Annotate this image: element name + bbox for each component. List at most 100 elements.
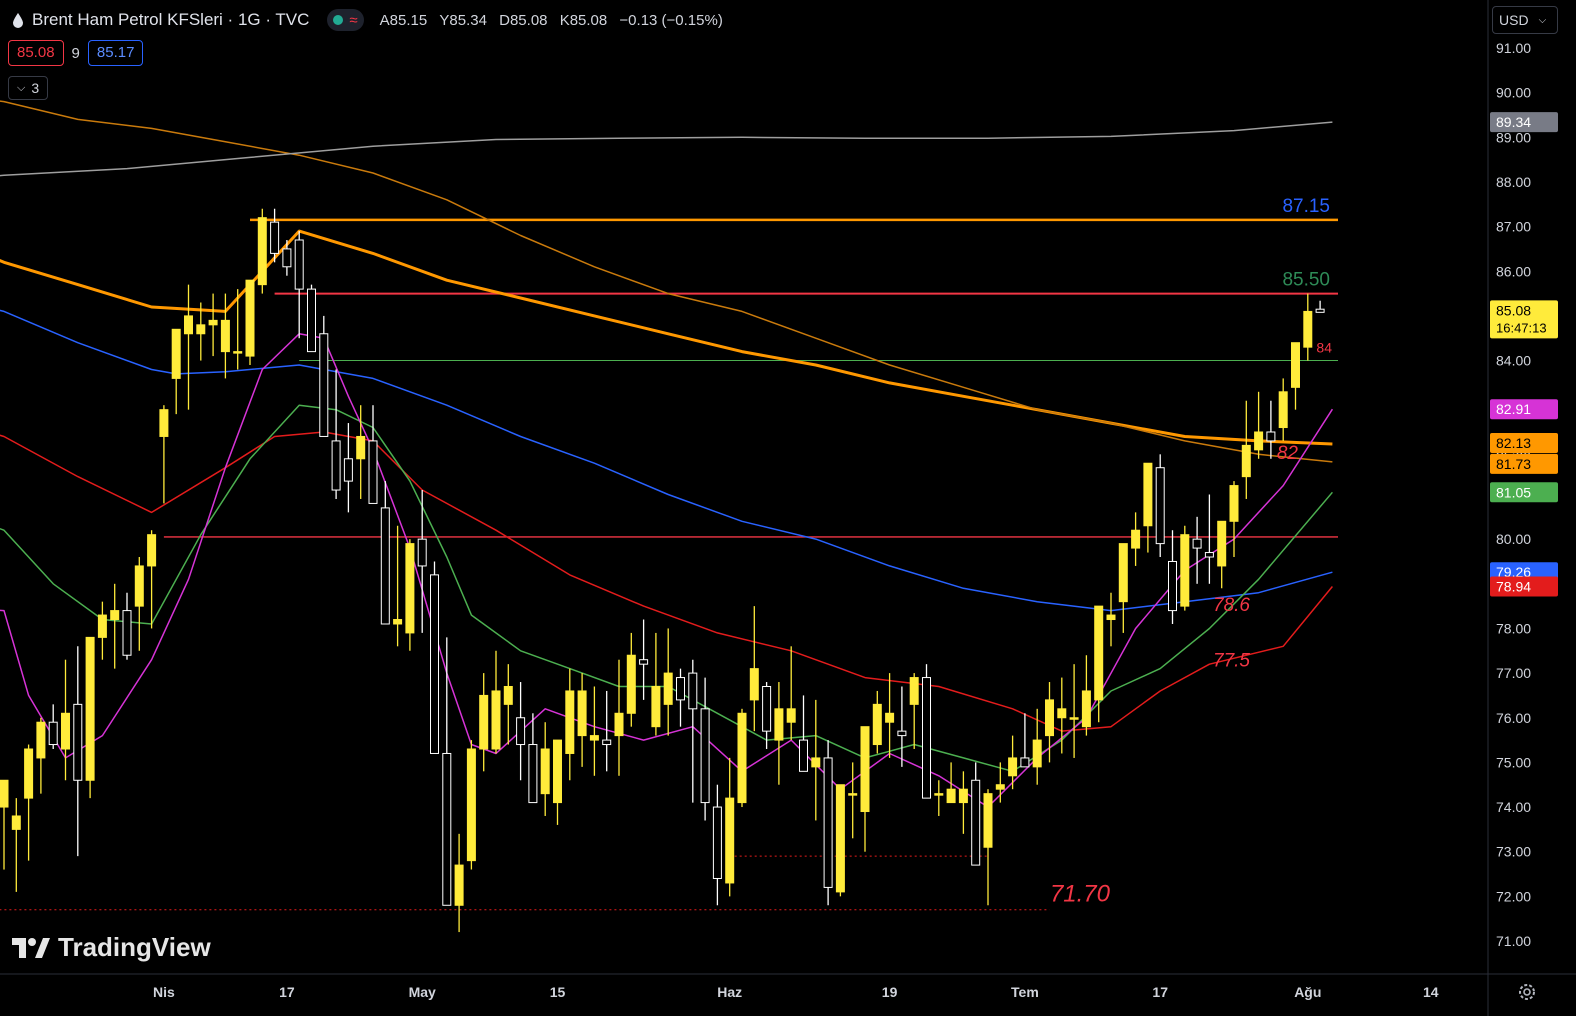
candle-body (848, 793, 858, 796)
candle-79 (971, 762, 981, 866)
candle-103 (1266, 400, 1276, 459)
ohlc-open: A85.15 (379, 11, 428, 29)
candle-body (208, 319, 218, 326)
candle-body (614, 712, 624, 737)
y-tick-label: 88.00 (1496, 174, 1531, 190)
candle-26 (319, 315, 329, 437)
candle-30 (368, 405, 378, 504)
candle-body (786, 708, 796, 723)
candle-61 (749, 606, 759, 732)
candle-body (1020, 757, 1030, 768)
candle-body (712, 806, 722, 879)
y-tick-label: 71.00 (1496, 933, 1531, 949)
chevron-down-icon: ⌵ (17, 81, 26, 94)
candle-body (270, 221, 280, 254)
currency-select[interactable]: USD ⌵ (1492, 6, 1558, 34)
candle-87 (1069, 664, 1079, 758)
plot-area: 87.15 85.50 84 71.70 82 78.6 77.5 (0, 100, 1338, 933)
candle-68 (835, 784, 845, 897)
candle-body (885, 712, 895, 723)
candle-body (1168, 560, 1177, 612)
candle-body (958, 788, 968, 804)
tradingview-logo: TradingView (12, 932, 211, 963)
candle-body (61, 712, 70, 750)
y-tick-label: 80.00 (1496, 531, 1531, 547)
settings-gear-icon[interactable] (1517, 982, 1537, 1002)
candle-body (835, 784, 845, 893)
candle-3 (36, 717, 46, 794)
candle-63 (774, 682, 784, 785)
market-status[interactable]: ≈ (327, 9, 364, 31)
candle-58 (712, 784, 722, 906)
candle-50 (614, 659, 624, 776)
candle-64 (786, 646, 796, 741)
ma-line-MA-orange-thin (0, 100, 1333, 463)
candle-body (343, 458, 353, 482)
candle-body (1180, 534, 1190, 607)
candle-10 (122, 592, 132, 660)
y-tick-label: 78.00 (1496, 620, 1531, 636)
candle-body (356, 435, 366, 460)
candle-body (491, 690, 501, 750)
buy-button[interactable]: 85.17 (87, 40, 144, 66)
candle-47 (577, 673, 587, 767)
annotation-0: 82 (1277, 443, 1299, 464)
candle-body (1094, 605, 1104, 701)
candle-body (257, 217, 267, 286)
tradingview-logo-icon (12, 937, 50, 958)
x-tick-label: Nis (153, 984, 175, 1000)
candle-13 (159, 405, 169, 504)
price-tag-2: 82.91 (1490, 399, 1558, 420)
candle-43 (528, 713, 538, 804)
candle-body (1118, 543, 1128, 603)
y-tick-label: 90.00 (1496, 85, 1531, 101)
candle-body (380, 507, 390, 625)
chevron-down-icon: ⌵ (1538, 14, 1547, 26)
candle-body (516, 717, 526, 746)
candle-7 (85, 636, 95, 799)
candle-39 (479, 673, 489, 772)
candle-body (1106, 614, 1116, 621)
candle-body (774, 708, 784, 741)
candle-body (528, 744, 538, 804)
candle-72 (885, 673, 895, 758)
y-tick-label: 86.00 (1496, 263, 1531, 279)
candle-9 (110, 583, 120, 669)
candle-body (405, 543, 415, 634)
currency-label: USD (1499, 12, 1529, 28)
candle-body (811, 757, 821, 768)
price-tag-0: 89.34 (1490, 112, 1558, 133)
sell-button[interactable]: 85.08 (8, 40, 64, 66)
candle-76 (934, 780, 944, 816)
symbol-title[interactable]: Brent Ham Petrol KFSleri · 1G · TVC (32, 10, 309, 30)
candle-92 (1131, 512, 1141, 566)
price-tag-5: 81.05 (1490, 482, 1558, 503)
candle-body (663, 672, 673, 705)
candle-body (368, 440, 378, 504)
candle-20 (245, 279, 255, 366)
candle-body (430, 574, 439, 754)
annotation-1: 78.6 (1213, 595, 1250, 616)
candle-99 (1217, 520, 1227, 589)
y-tick-label: 76.00 (1496, 710, 1531, 726)
candle-37 (454, 833, 464, 933)
ma-line-MA-orange-thick (0, 229, 1333, 446)
candle-body (85, 636, 95, 781)
candle-body (184, 315, 193, 335)
candle-24 (294, 231, 304, 339)
indicators-toggle[interactable]: ⌵ 3 (8, 76, 49, 100)
price-chart[interactable]: 87.15 85.50 84 71.70 82 78.6 77.5 91.00 90.00 89.… (0, 0, 1576, 1016)
x-tick-label: 17 (279, 984, 295, 1000)
candle-body (1069, 717, 1079, 720)
oil-drop-icon (13, 13, 23, 28)
candle-54 (663, 628, 673, 736)
ma-line-MA-grey (0, 121, 1333, 177)
candle-91 (1118, 543, 1128, 633)
candle-44 (540, 722, 550, 816)
price-tag-value: 82.13 (1496, 435, 1531, 451)
candle-82 (1008, 735, 1018, 790)
candle-body (171, 328, 181, 379)
candle-97 (1192, 516, 1202, 584)
candle-body (909, 677, 919, 705)
candle-body (466, 748, 476, 862)
